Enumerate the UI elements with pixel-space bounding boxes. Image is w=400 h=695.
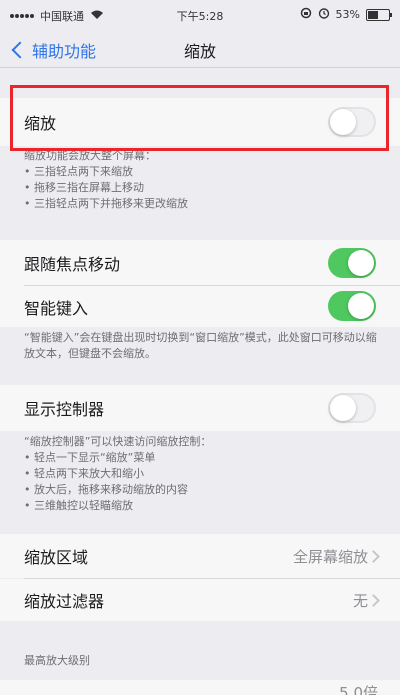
- navigation-bar: 辅助功能 缩放: [0, 30, 400, 68]
- footer-line: • 三维触控以轻瞄缩放: [24, 499, 133, 512]
- highlight-box: [10, 85, 389, 151]
- show-controller-row: 显示控制器: [0, 385, 400, 431]
- footer-line: • 三指轻点两下并拖移来更改缩放: [24, 197, 188, 210]
- footer-line: • 轻点两下来放大和缩小: [24, 467, 144, 480]
- zoom-filter-label: 缩放过滤器: [24, 592, 105, 611]
- zoom-region-row[interactable]: 缩放区域 全屏幕缩放: [0, 534, 400, 578]
- follow-focus-toggle[interactable]: [328, 248, 376, 278]
- smart-typing-row: 智能键入: [0, 286, 400, 327]
- chevron-right-icon: [367, 549, 380, 563]
- zoom-footer: 缩放功能会放大整个屏幕： • 三指轻点两下来缩放 • 拖移三指在屏幕上移动 • …: [24, 148, 380, 212]
- footer-line: • 三指轻点两下来缩放: [24, 165, 133, 178]
- status-right: 53%: [300, 7, 392, 22]
- footer-line: • 放大后，拖移来移动缩放的内容: [24, 483, 188, 496]
- zoom-region-label: 缩放区域: [24, 548, 89, 567]
- footer-line: • 轻点一下显示“缩放”菜单: [24, 451, 156, 464]
- orientation-lock-icon: [300, 7, 312, 22]
- max-zoom-row: 5.0倍: [0, 680, 400, 695]
- show-controller-toggle[interactable]: [328, 393, 376, 423]
- battery-icon: [366, 8, 392, 21]
- footer-line: • 拖移三指在屏幕上移动: [24, 181, 144, 194]
- toggle-knob: [348, 250, 374, 276]
- max-zoom-value: 5.0倍: [339, 684, 378, 695]
- smart-typing-toggle[interactable]: [328, 291, 376, 321]
- follow-focus-row: 跟随焦点移动: [0, 240, 400, 286]
- battery-percent: 53%: [335, 8, 360, 21]
- footer-line: “缩放控制器”可以快速访问缩放控制：: [24, 435, 212, 448]
- max-zoom-header: 最高放大级别: [24, 654, 90, 667]
- controller-footer: “缩放控制器”可以快速访问缩放控制： • 轻点一下显示“缩放”菜单 • 轻点两下…: [24, 434, 380, 514]
- status-bar: 中国联通 下午5:28 53%: [0, 0, 400, 30]
- battery-level: [368, 10, 379, 19]
- alarm-icon: [318, 7, 330, 22]
- toggle-knob: [348, 293, 374, 319]
- follow-focus-label: 跟随焦点移动: [24, 255, 121, 274]
- zoom-filter-row[interactable]: 缩放过滤器 无: [0, 579, 400, 621]
- nav-divider: [0, 67, 400, 68]
- smart-typing-footer: “智能键入”会在键盘出现时切换到“窗口缩放”模式，此处窗口可移动以缩放文本，但键…: [24, 331, 377, 360]
- zoom-region-value: 全屏幕缩放: [292, 547, 368, 566]
- chevron-right-icon: [367, 593, 380, 607]
- show-controller-label: 显示控制器: [24, 400, 105, 419]
- page-title: 缩放: [183, 42, 216, 61]
- toggle-knob: [330, 395, 356, 421]
- smart-typing-label: 智能键入: [24, 298, 89, 318]
